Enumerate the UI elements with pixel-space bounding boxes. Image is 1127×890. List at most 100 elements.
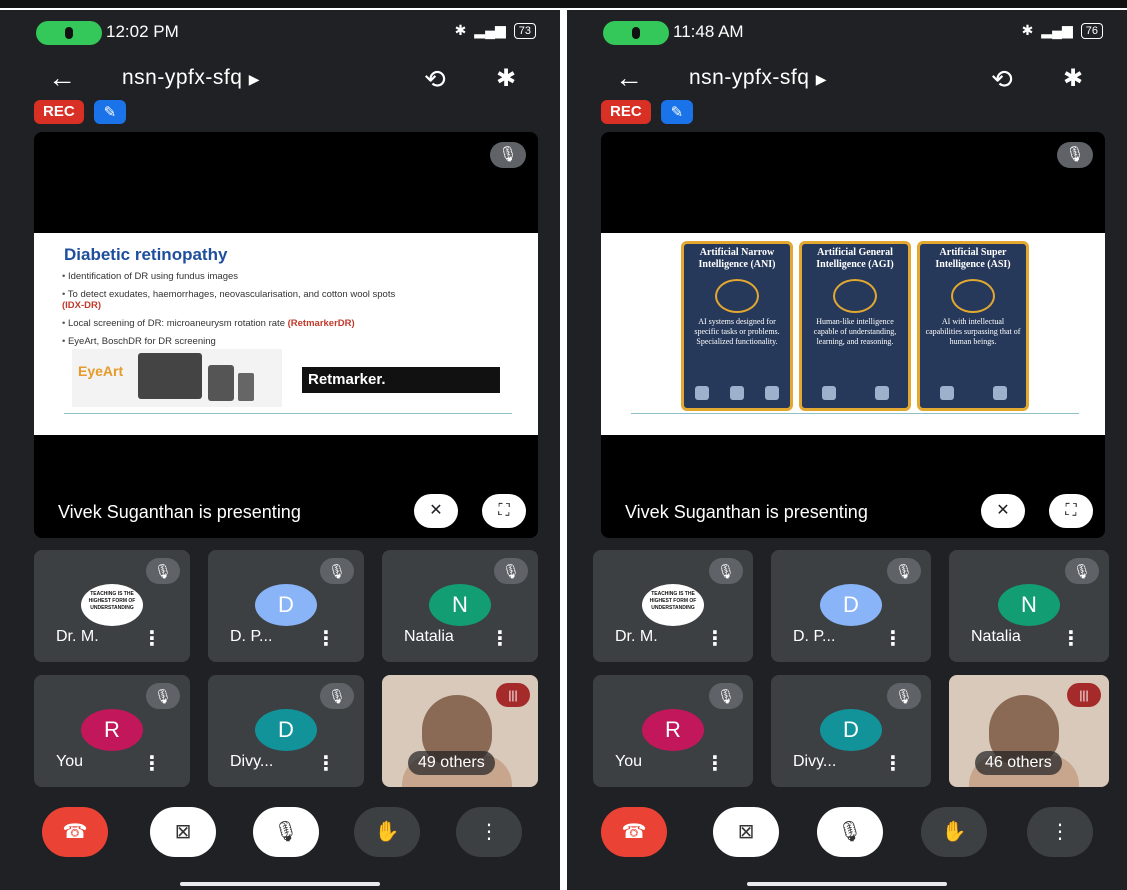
raise-hand-icon: ✋ xyxy=(374,821,400,843)
ai-card-row: Artificial Narrow Intelligence (ANI) AI … xyxy=(681,241,1029,411)
mic-off-icon: 🎙 xyxy=(709,683,743,709)
end-call-icon: ☎ xyxy=(621,821,647,843)
status-bar: 12:02 PM ✱ ▂▄▆ 73 xyxy=(0,10,560,54)
raise-hand-button[interactable]: ✋ xyxy=(354,807,420,857)
participant-name: Divy... xyxy=(230,753,274,770)
mic-off-icon: 🎙 xyxy=(1065,558,1099,584)
status-time: 11:48 AM xyxy=(673,22,744,41)
example-icons xyxy=(802,386,908,402)
arrow-left-icon[interactable]: ← xyxy=(48,62,76,94)
participant-tile[interactable]: 🎙 R You ⋮ xyxy=(593,675,753,787)
more-vert-icon[interactable]: ⋮ xyxy=(316,626,336,651)
more-vert-icon[interactable]: ⋮ xyxy=(316,751,336,776)
rec-badge: REC xyxy=(601,100,651,124)
participant-name: You xyxy=(615,753,642,770)
more-vert-icon[interactable]: ⋮ xyxy=(1061,626,1081,651)
more-vert-icon[interactable]: ⋮ xyxy=(705,751,725,776)
others-count: 49 others xyxy=(408,751,495,775)
unpin-icon[interactable]: ✕ xyxy=(414,494,458,528)
bluetooth-icon[interactable]: ✱ xyxy=(1063,64,1083,93)
speaking-icon: ||| xyxy=(496,683,530,707)
captions-icon[interactable]: ✎ xyxy=(660,100,694,124)
more-vert-icon[interactable]: ⋮ xyxy=(142,626,162,651)
participant-name: Dr. M. xyxy=(615,628,658,645)
more-vert-icon[interactable]: ⋮ xyxy=(883,751,903,776)
raise-hand-icon: ✋ xyxy=(941,821,967,843)
camera-toggle-button[interactable]: ⊠ xyxy=(150,807,216,857)
retmarker-logo: Retmarker. xyxy=(302,367,500,393)
bluetooth-icon[interactable]: ✱ xyxy=(496,64,516,93)
end-call-button[interactable]: ☎ xyxy=(601,807,667,857)
mic-active-pill xyxy=(603,21,669,45)
mic-toggle-button[interactable]: 🎙 xyxy=(817,807,883,857)
fullscreen-icon[interactable]: ⛶ xyxy=(482,494,526,528)
more-options-button[interactable]: ⋮ xyxy=(456,807,522,857)
signal-icon: ▂▄▆ xyxy=(474,22,506,38)
home-indicator[interactable] xyxy=(747,882,947,886)
mic-toggle-button[interactable]: 🎙 xyxy=(253,807,319,857)
mic-off-icon: 🎙 xyxy=(837,821,863,843)
brain-icon xyxy=(951,279,995,313)
signal-icon: ▂▄▆ xyxy=(1041,22,1073,38)
participant-name: Dr. M. xyxy=(56,628,99,645)
avatar: TEACHING IS THE HIGHEST FORM OF UNDERSTA… xyxy=(81,584,143,626)
participant-tile[interactable]: 🎙 D D. P... ⋮ xyxy=(771,550,931,662)
more-vert-icon[interactable]: ⋮ xyxy=(705,626,725,651)
participant-tile[interactable]: 🎙 D Divy... ⋮ xyxy=(208,675,364,787)
participant-name: Divy... xyxy=(793,753,837,770)
badge-row: REC ✎ xyxy=(34,100,127,124)
more-vert-icon[interactable]: ⋮ xyxy=(490,626,510,651)
mic-off-icon: 🎙 xyxy=(887,558,921,584)
ai-card-ani: Artificial Narrow Intelligence (ANI) AI … xyxy=(681,241,793,411)
rec-badge: REC xyxy=(34,100,84,124)
example-icons xyxy=(684,386,790,402)
top-border xyxy=(0,0,1127,8)
end-call-button[interactable]: ☎ xyxy=(42,807,108,857)
more-options-button[interactable]: ⋮ xyxy=(1027,807,1093,857)
meeting-code[interactable]: nsn-ypfx-sfq ▶ xyxy=(689,66,827,90)
mic-off-icon: 🎙 xyxy=(320,683,354,709)
participant-tile[interactable]: 🎙 TEACHING IS THE HIGHEST FORM OF UNDERS… xyxy=(593,550,753,662)
status-time: 12:02 PM xyxy=(106,22,179,41)
camera-off-icon: ⊠ xyxy=(174,821,192,843)
participant-tile[interactable]: 🎙 D D. P... ⋮ xyxy=(208,550,364,662)
slide-bullet: Identification of DR using fundus images xyxy=(62,271,532,282)
arrow-left-icon[interactable]: ← xyxy=(615,62,643,94)
camera-toggle-button[interactable]: ⊠ xyxy=(713,807,779,857)
participant-tile[interactable]: 🎙 D Divy... ⋮ xyxy=(771,675,931,787)
ai-card-asi: Artificial Super Intelligence (ASI) AI w… xyxy=(917,241,1029,411)
mic-off-icon: 🎙 xyxy=(494,558,528,584)
battery-icon: 76 xyxy=(1080,22,1103,39)
mic-off-icon: 🎙 xyxy=(273,821,299,843)
system-icons: ✱ ▂▄▆ 76 xyxy=(1022,22,1103,39)
home-indicator[interactable] xyxy=(180,882,380,886)
participant-tile[interactable]: 🎙 R You ⋮ xyxy=(34,675,190,787)
more-vert-icon[interactable]: ⋮ xyxy=(142,751,162,776)
presentation-stage: 🎙 Diabetic retinopathy Identification of… xyxy=(34,132,538,538)
captions-icon[interactable]: ✎ xyxy=(93,100,127,124)
avatar: D xyxy=(255,584,317,626)
more-vert-icon[interactable]: ⋮ xyxy=(883,626,903,651)
bluetooth-status-icon: ✱ xyxy=(1021,22,1034,38)
participant-tile[interactable]: 🎙 N Natalia ⋮ xyxy=(382,550,538,662)
bluetooth-status-icon: ✱ xyxy=(454,22,467,38)
participant-tile[interactable]: 🎙 N Natalia ⋮ xyxy=(949,550,1109,662)
slide-divider xyxy=(64,413,512,414)
eyeart-image: EyeArt xyxy=(72,349,282,407)
fullscreen-icon[interactable]: ⛶ xyxy=(1049,494,1093,528)
others-tile[interactable]: ||| 46 others xyxy=(949,675,1109,787)
brain-icon xyxy=(715,279,759,313)
ai-card-agi: Artificial General Intelligence (AGI) Hu… xyxy=(799,241,911,411)
participant-tile[interactable]: 🎙 TEACHING IS THE HIGHEST FORM OF UNDERS… xyxy=(34,550,190,662)
battery-icon: 73 xyxy=(513,22,536,39)
others-tile[interactable]: ||| 49 others xyxy=(382,675,538,787)
raise-hand-button[interactable]: ✋ xyxy=(921,807,987,857)
shared-slide: Diabetic retinopathy Identification of D… xyxy=(34,233,538,435)
slide-bullet: Local screening of DR: microaneurysm rot… xyxy=(62,318,532,329)
switch-camera-icon[interactable]: ⟲ xyxy=(991,64,1013,95)
meeting-code[interactable]: nsn-ypfx-sfq ▶ xyxy=(122,66,260,90)
more-vert-icon: ⋮ xyxy=(1050,821,1070,843)
participant-name: Natalia xyxy=(971,628,1021,645)
switch-camera-icon[interactable]: ⟲ xyxy=(424,64,446,95)
unpin-icon[interactable]: ✕ xyxy=(981,494,1025,528)
